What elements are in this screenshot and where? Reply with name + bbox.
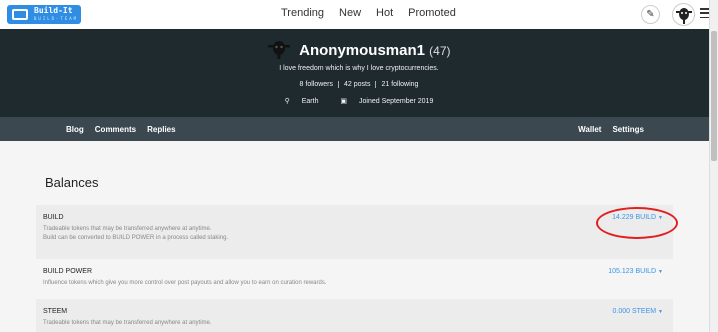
pencil-icon[interactable]: ✎	[641, 5, 660, 24]
location-pin-icon: ⚲	[284, 98, 290, 105]
balance-title: BUILD	[43, 214, 64, 221]
profile-stats: 8 followers 42 posts 21 following	[0, 81, 718, 88]
caret-down-icon: ▼	[658, 309, 663, 315]
balance-row-steem: STEEM Tradeable tokens that may be trans…	[36, 299, 673, 332]
logo-icon	[12, 9, 28, 20]
profile-joined: Joined September 2019	[359, 98, 434, 105]
tab-wallet[interactable]: Wallet	[578, 125, 601, 134]
following-link[interactable]: 21 following	[375, 81, 424, 88]
logo-text: Build-It	[34, 5, 73, 15]
profile-cover: Anonymousman1 (47) I love freedom which …	[0, 29, 718, 117]
tab-settings[interactable]: Settings	[612, 125, 644, 134]
menu-trending[interactable]: Trending	[281, 7, 324, 19]
balance-desc: Tradeable tokens that may be transferred…	[43, 320, 212, 326]
tab-comments[interactable]: Comments	[95, 125, 136, 134]
balance-row-build-power: BUILD POWER Influence tokens which give …	[36, 259, 673, 299]
profile-subnav: Blog Comments Replies Wallet Settings	[0, 117, 718, 141]
tab-blog[interactable]: Blog	[66, 125, 84, 134]
wallet-main: Balances BUILD Tradeable tokens that may…	[0, 141, 718, 332]
caret-down-icon: ▼	[658, 269, 663, 275]
balances-heading: Balances	[45, 175, 99, 190]
build-power-dropdown[interactable]: 105.123 BUILD ▼	[608, 268, 663, 275]
balance-desc: Influence tokens which give you more con…	[43, 280, 327, 286]
profile-title: Anonymousman1 (47)	[0, 39, 718, 63]
red-annotation-circle	[596, 207, 678, 239]
profile-avatar-icon	[267, 39, 290, 63]
menu-promoted[interactable]: Promoted	[408, 7, 456, 19]
profile-location: Earth	[301, 98, 319, 105]
logo-subtext: BUILD-TEAM	[34, 15, 79, 21]
calendar-icon: ▣	[340, 98, 348, 105]
followers-link[interactable]: 8 followers	[295, 81, 338, 88]
profile-meta: ⚲ Earth ▣ Joined September 2019	[0, 97, 718, 105]
menu-new[interactable]: New	[339, 7, 361, 19]
steem-balance-dropdown[interactable]: 0.000 STEEM ▼	[613, 308, 663, 315]
main-menu: Trending New Hot Promoted	[281, 7, 456, 19]
balance-desc: Tradeable tokens that may be transferred…	[43, 226, 212, 232]
tab-replies[interactable]: Replies	[147, 125, 175, 134]
profile-username: Anonymousman1	[299, 41, 425, 59]
balance-desc: Build can be converted to BUILD POWER in…	[43, 235, 229, 241]
profile-about: I love freedom which is why I love crypt…	[279, 65, 439, 72]
top-nav: Build-It BUILD-TEAM Trending New Hot Pro…	[0, 0, 718, 30]
menu-hot[interactable]: Hot	[376, 7, 393, 19]
site-logo[interactable]: Build-It BUILD-TEAM	[7, 5, 81, 24]
scrollbar-thumb[interactable]	[711, 31, 717, 161]
balance-title: STEEM	[43, 308, 68, 315]
posts-link[interactable]: 42 posts	[338, 81, 376, 88]
balance-row-build: BUILD Tradeable tokens that may be trans…	[36, 205, 673, 259]
balance-title: BUILD POWER	[43, 268, 93, 275]
page-scrollbar[interactable]	[709, 0, 718, 332]
mask-icon	[675, 7, 692, 24]
reputation-score: (47)	[429, 43, 451, 58]
avatar[interactable]	[672, 3, 695, 26]
